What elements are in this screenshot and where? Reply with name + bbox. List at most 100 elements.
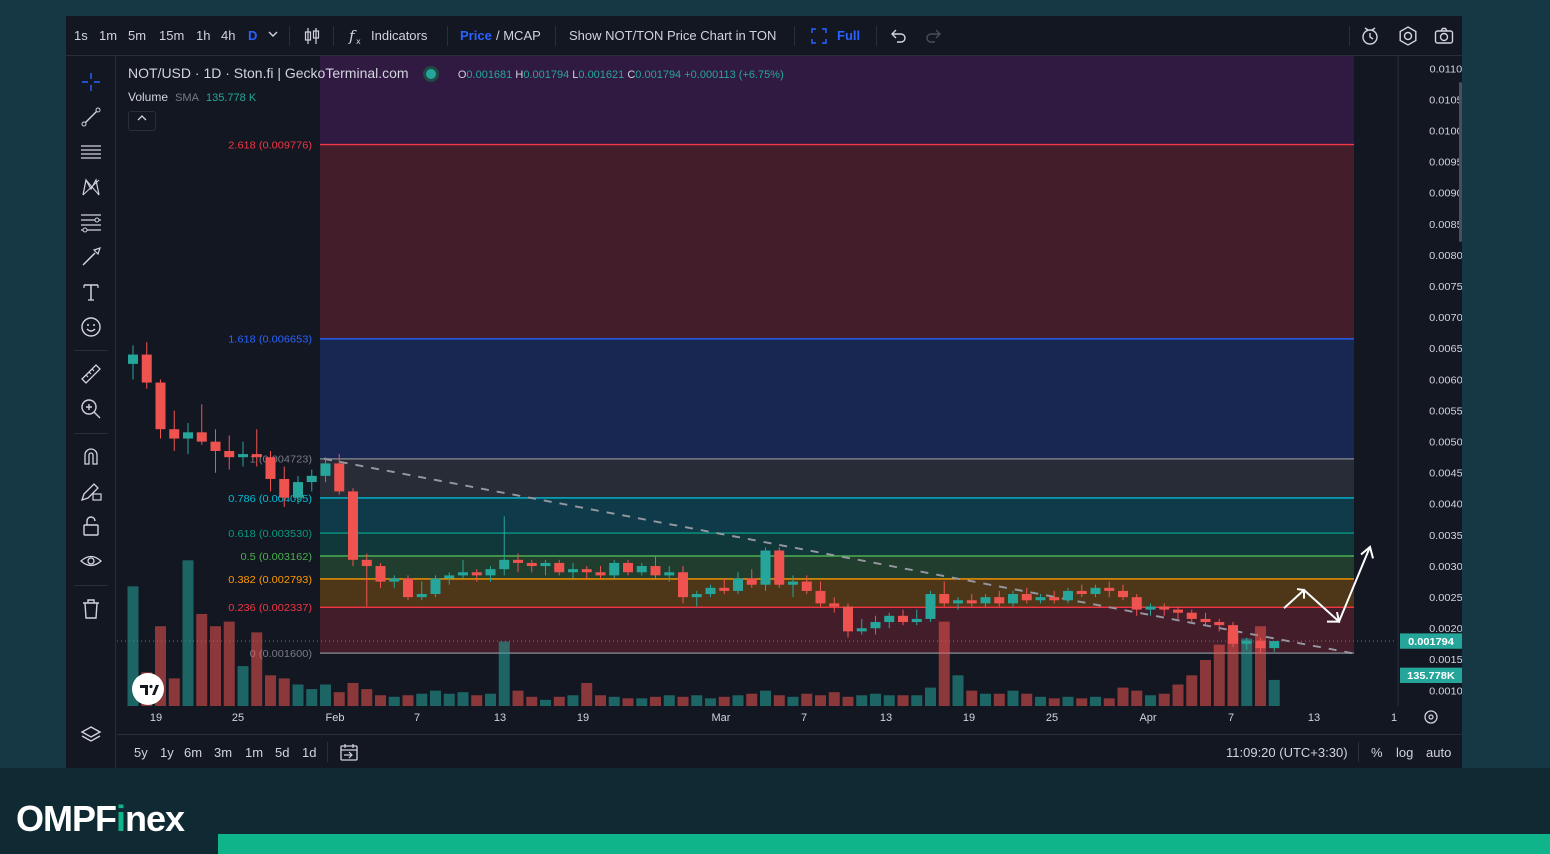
range-1d[interactable]: 1d (302, 745, 316, 760)
interval-15m[interactable]: 15m (159, 28, 184, 43)
text-icon[interactable] (79, 280, 103, 304)
settings-icon[interactable] (1397, 25, 1419, 47)
pencil-lock-icon[interactable] (79, 479, 103, 503)
trendline-icon[interactable] (79, 105, 103, 129)
emoji-icon[interactable] (79, 315, 103, 339)
fib-level-label: 0.236 (0.002337) (228, 602, 312, 614)
time-tick-label: 25 (1046, 712, 1058, 724)
brand-name-i: i (116, 798, 126, 839)
auto-toggle[interactable]: auto (1426, 745, 1451, 760)
candle-body (788, 581, 798, 585)
candle-body (403, 578, 413, 598)
candle-body (499, 559, 510, 570)
volume-bar (553, 696, 565, 706)
range-5y[interactable]: 5y (134, 745, 148, 760)
interval-1m[interactable]: 1m (99, 28, 117, 43)
horizontal-lines-icon[interactable] (79, 140, 103, 164)
chart-app: 1s 1m 5m 15m 1h 4h D fx Indicators Price… (66, 16, 1462, 768)
crosshair-icon[interactable] (79, 70, 103, 94)
redo-icon[interactable] (923, 25, 945, 47)
magnet-icon[interactable] (79, 444, 103, 468)
pattern-icon[interactable] (79, 175, 103, 199)
volume-bar (966, 690, 978, 706)
candle-body (911, 618, 922, 623)
interval-5m[interactable]: 5m (128, 28, 146, 43)
bottom-divider (1358, 742, 1359, 762)
drawing-toolbar (66, 56, 116, 768)
full-button[interactable]: Full (837, 28, 860, 43)
candle-body (691, 594, 702, 598)
indicators-button[interactable]: Indicators (371, 28, 427, 43)
range-5d[interactable]: 5d (275, 745, 289, 760)
ruler-icon[interactable] (79, 362, 103, 386)
ohlc-values: O0.001681 H0.001794 L0.001621 C0.001794 … (458, 69, 784, 81)
range-3m[interactable]: 3m (214, 745, 232, 760)
volume-bar (333, 692, 345, 706)
candle-body (210, 441, 221, 451)
candle-body (1173, 609, 1183, 613)
interval-1s[interactable]: 1s (74, 28, 88, 43)
interval-1h[interactable]: 1h (196, 28, 210, 43)
volume-bar (677, 696, 689, 706)
indicators-icon[interactable]: fx (346, 25, 368, 47)
log-toggle[interactable]: log (1396, 745, 1413, 760)
volume-bar (292, 684, 304, 706)
range-1m[interactable]: 1m (245, 745, 263, 760)
candle-body (1241, 640, 1252, 644)
undo-icon[interactable] (887, 25, 909, 47)
volume-bar (1158, 693, 1170, 706)
candle-body (1131, 597, 1142, 610)
volume-label[interactable]: Volume (128, 90, 168, 104)
price-chart[interactable]: 2.618 (0.009776)1.618 (0.006653)1 (0.004… (117, 56, 1462, 706)
time-axis[interactable]: 19 25 Feb 7 13 19 Mar 7 13 19 25 Apr 7 13 1 (117, 706, 1462, 728)
alert-icon[interactable] (1359, 25, 1381, 47)
price-tick-label: 0.010500 (1429, 95, 1462, 107)
eye-icon[interactable] (79, 549, 103, 573)
price-tick-label: 0.006000 (1429, 374, 1462, 386)
brand-logo: OMPFinex (16, 798, 185, 840)
tradingview-logo[interactable] (132, 673, 164, 705)
mcap-toggle[interactable]: / MCAP (496, 28, 541, 43)
interval-d[interactable]: D (248, 28, 257, 43)
candle-body (774, 550, 785, 585)
camera-icon[interactable] (1433, 25, 1455, 47)
volume-bar (1007, 690, 1019, 706)
price-toggle[interactable]: Price (460, 28, 492, 43)
symbol-title[interactable]: NOT/USD · 1D · Ston.fi | GeckoTerminal.c… (128, 65, 409, 81)
trash-icon[interactable] (79, 597, 103, 621)
chart-pane[interactable]: 2.618 (0.009776) 1.618 (0.006653) 1 (0.004… (117, 56, 1462, 768)
price-tick-label: 0.008500 (1429, 219, 1462, 231)
price-tick-label: 0.002500 (1429, 592, 1462, 604)
candle-body (416, 594, 427, 598)
toolbar-divider (333, 26, 334, 46)
candle-body (829, 603, 840, 607)
fib-icon[interactable] (79, 210, 103, 234)
volume-bar (787, 696, 799, 706)
interval-4h[interactable]: 4h (221, 28, 235, 43)
volume-bar (1172, 684, 1184, 706)
toolbar-divider (794, 26, 795, 46)
percent-toggle[interactable]: % (1371, 745, 1383, 760)
zoom-in-icon[interactable] (79, 397, 103, 421)
candle-body (513, 559, 523, 563)
vertical-scrollbar[interactable] (1459, 82, 1462, 242)
fullscreen-icon[interactable] (808, 25, 830, 47)
fib-zone (320, 458, 1354, 498)
clock[interactable]: 11:09:20 (UTC+3:30) (1226, 745, 1348, 760)
layers-icon[interactable] (79, 723, 103, 747)
show-ton-button[interactable]: Show NOT/TON Price Chart in TON (569, 28, 776, 43)
range-1y[interactable]: 1y (160, 745, 174, 760)
candle-body (1118, 590, 1128, 598)
calendar-icon[interactable] (338, 741, 360, 768)
high-value: 0.001794 (523, 69, 570, 81)
candles-icon[interactable] (301, 25, 323, 47)
fib-level-label: 0.618 (0.003530) (228, 528, 312, 540)
chevron-down-icon[interactable] (267, 26, 279, 45)
candle-body (746, 578, 757, 585)
lock-icon[interactable] (79, 514, 103, 538)
range-6m[interactable]: 6m (184, 745, 202, 760)
brush-icon[interactable] (79, 245, 103, 269)
volume-bar (347, 682, 359, 706)
collapse-legend-button[interactable] (128, 111, 156, 131)
axis-settings-icon[interactable] (1424, 710, 1438, 724)
